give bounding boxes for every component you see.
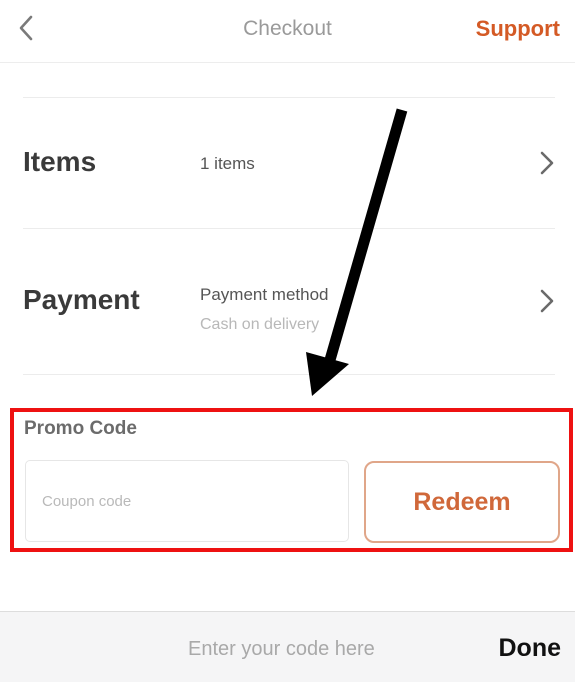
redeem-button[interactable]: Redeem (364, 461, 560, 543)
payment-label: Payment (23, 284, 140, 315)
done-button[interactable]: Done (499, 634, 562, 663)
code-entry-hint: Enter your code here (188, 638, 375, 660)
keyboard-accessory-bar: Enter your code here Done (0, 611, 575, 682)
chevron-right-icon (540, 151, 554, 175)
divider (23, 374, 555, 375)
app-header: Checkout Support (0, 0, 575, 63)
promo-code-label: Promo Code (24, 418, 137, 439)
payment-chevron (535, 286, 559, 316)
items-row[interactable]: Items 1 items (0, 98, 575, 228)
payment-method-title: Payment method (200, 285, 329, 304)
chevron-right-icon (540, 289, 554, 313)
payment-method-value: Cash on delivery (200, 316, 320, 333)
coupon-code-input[interactable] (25, 460, 349, 542)
support-link[interactable]: Support (476, 16, 560, 42)
items-label: Items (23, 146, 97, 177)
items-count: 1 items (200, 154, 255, 173)
payment-row[interactable]: Payment Payment method Cash on delivery (0, 229, 575, 374)
items-chevron (535, 148, 559, 178)
